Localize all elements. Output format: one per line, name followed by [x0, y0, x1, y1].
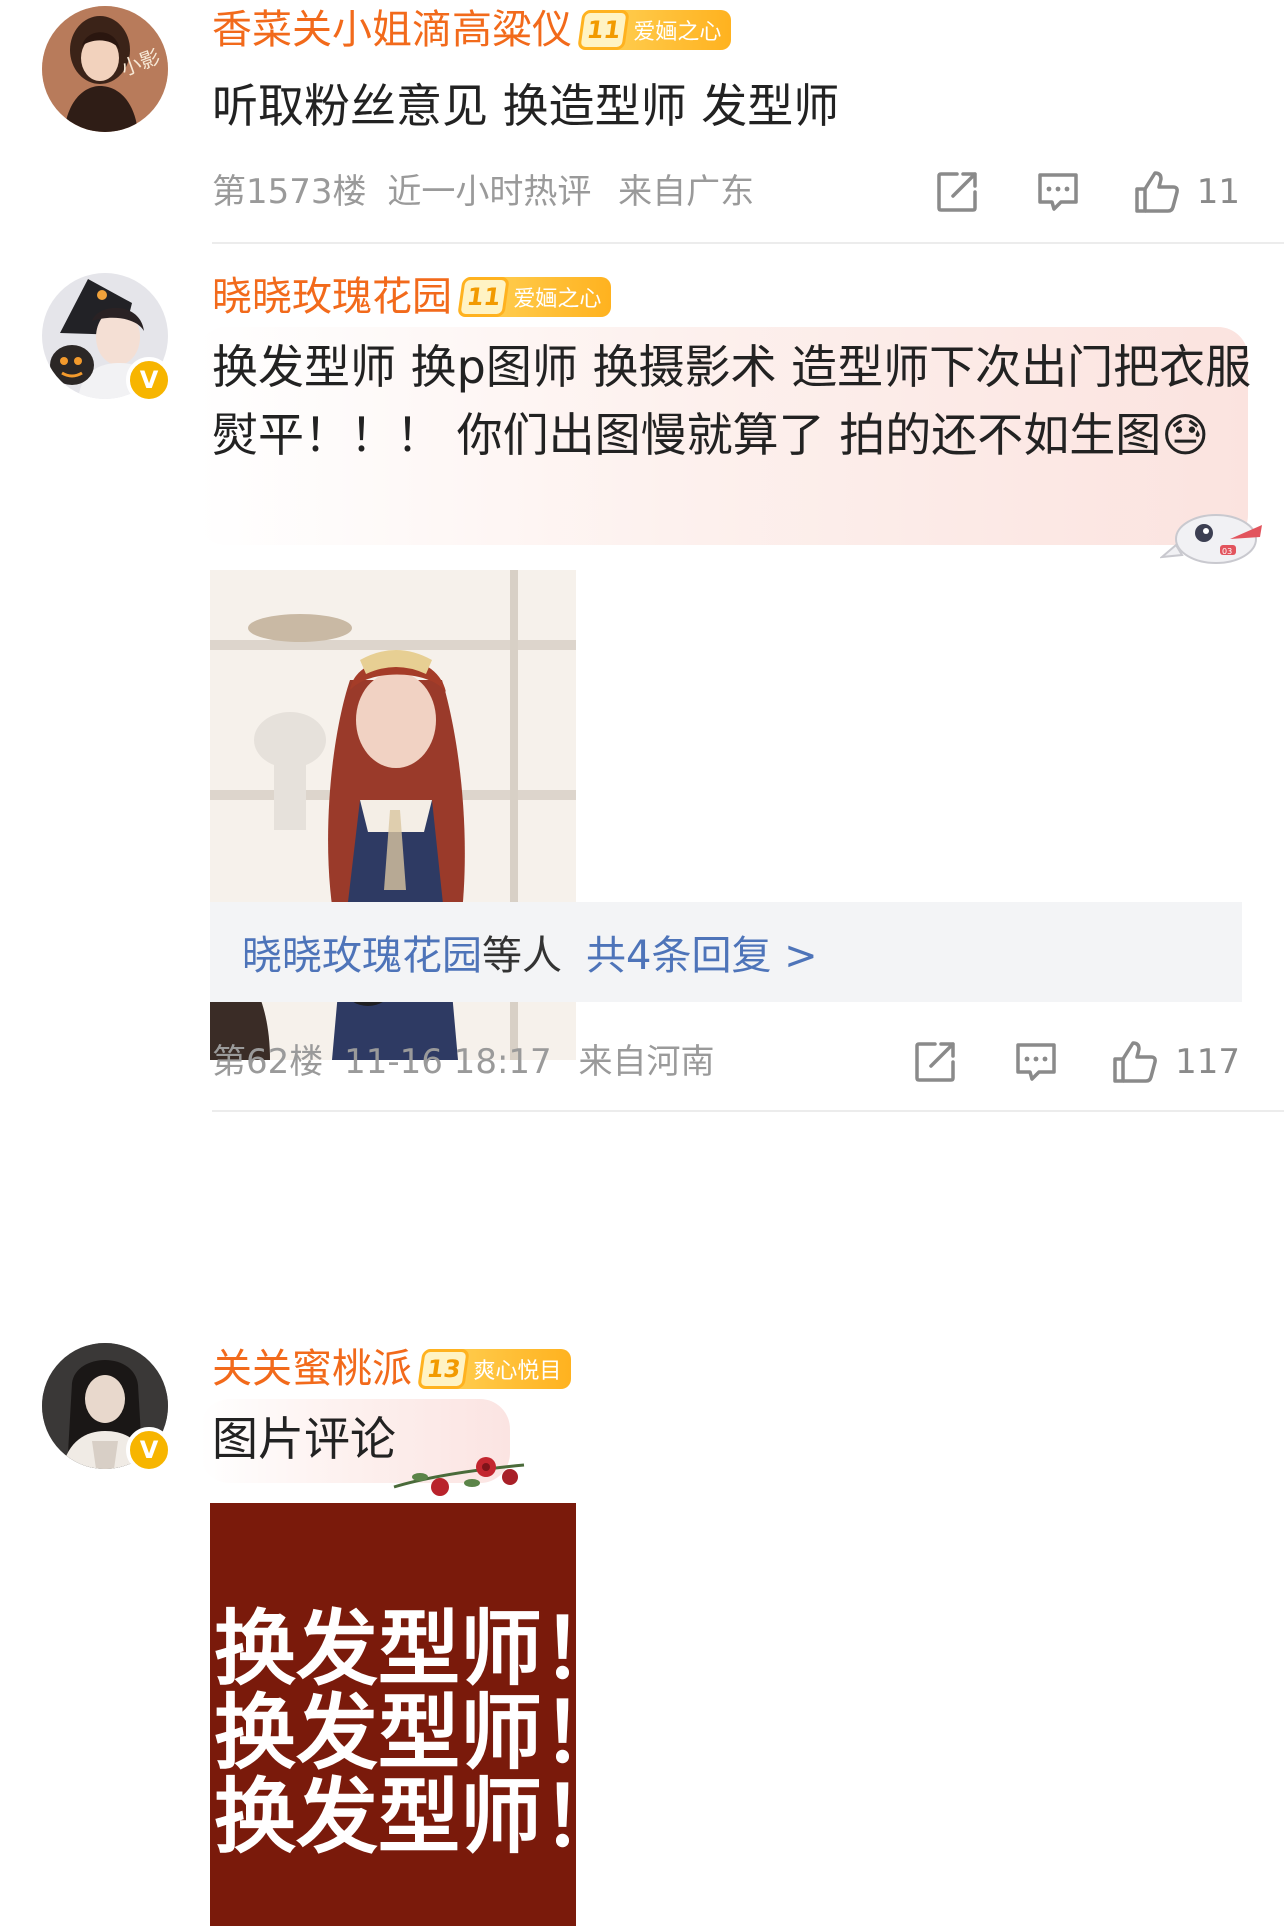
- fan-level-badge: 11: [577, 10, 631, 50]
- floor-number: 第62楼: [212, 1042, 324, 1082]
- divider: [212, 1110, 1284, 1112]
- fan-badge-label: 爱婳之心: [633, 20, 722, 45]
- username[interactable]: 晓晓玫瑰花园: [212, 269, 452, 325]
- like-count: 11: [1196, 172, 1240, 212]
- hot-tag: 近一小时热评: [387, 172, 592, 212]
- username[interactable]: 关关蜜桃派: [212, 1341, 412, 1397]
- fan-badge[interactable]: 11 爱婳之心: [577, 10, 732, 50]
- reply-etc-label: 等人: [482, 933, 562, 979]
- divider: [212, 242, 1284, 244]
- comment-icon[interactable]: [1013, 1040, 1059, 1084]
- poster-line: 换发型师！: [214, 1686, 576, 1781]
- comment-text: 换发型师 换p图师 换摄影术 造型师下次出门把衣服熨平！！！ 你们出图慢就算了 …: [212, 333, 1252, 469]
- comment-actions: 117: [913, 1037, 1240, 1087]
- name-row: 关关蜜桃派 13 爽心悦目: [212, 1341, 572, 1397]
- sweat-emoji-icon: 😓: [1161, 408, 1210, 462]
- comment-text-body: 换发型师 换p图师 换摄影术 造型师下次出门把衣服熨平！！！ 你们出图慢就算了 …: [212, 340, 1252, 462]
- verified-icon: V: [126, 357, 172, 403]
- like-icon[interactable]: [1133, 169, 1181, 215]
- location: 来自河南: [578, 1042, 715, 1082]
- fan-level-badge: 11: [457, 277, 511, 317]
- floor-number: 第1573楼: [212, 172, 367, 212]
- timestamp: 11-16 18:17: [344, 1042, 552, 1082]
- fan-badge-label: 爱婳之心: [513, 287, 602, 312]
- fan-level-badge: 13: [417, 1349, 471, 1389]
- comment-text: 图片评论: [212, 1412, 396, 1466]
- poster-line: 换发型师！: [214, 1602, 576, 1697]
- fan-badge-label: 爽心悦目: [473, 1359, 562, 1384]
- like-count: 117: [1175, 1042, 1240, 1082]
- comment-icon[interactable]: [1035, 170, 1081, 214]
- share-icon[interactable]: [913, 1040, 959, 1084]
- name-row: 香菜关小姐滴高粱仪 11 爱婳之心: [212, 2, 732, 58]
- comment-text: 听取粉丝意见 换造型师 发型师: [212, 79, 840, 133]
- comment-item: 小影 香菜关小姐滴高粱仪 11 爱婳之心 听取粉丝意见 换造型师 发型师 第15…: [0, 0, 1284, 244]
- comment-meta: 第62楼 11-16 18:17 来自河南: [212, 1037, 714, 1087]
- reply-username[interactable]: 晓晓玫瑰花园: [242, 923, 482, 981]
- comment-item: V 关关蜜桃派 13 爽心悦目 图片评论 换发型师！ 换发型师！ 换发型师！: [0, 1333, 1284, 1926]
- replies-summary[interactable]: 晓晓玫瑰花园 等人 共4条回复 >: [210, 902, 1242, 1002]
- like-icon[interactable]: [1111, 1039, 1159, 1085]
- comment-meta: 第1573楼 近一小时热评 来自广东: [212, 167, 754, 217]
- comment-actions: 11: [935, 167, 1240, 217]
- airplane-sticker-icon: 03: [1160, 514, 1262, 564]
- fan-badge[interactable]: 13 爽心悦目: [417, 1349, 572, 1389]
- user-avatar-portrait-icon: 小影: [42, 6, 168, 132]
- share-icon[interactable]: [935, 170, 981, 214]
- fan-badge[interactable]: 11 爱婳之心: [457, 277, 612, 317]
- view-replies-link[interactable]: 共4条回复 >: [586, 923, 818, 981]
- comment-photo[interactable]: 换发型师！ 换发型师！ 换发型师！: [210, 1503, 576, 1926]
- username[interactable]: 香菜关小姐滴高粱仪: [212, 2, 572, 58]
- svg-text:03: 03: [1222, 547, 1232, 556]
- comment-item: V 晓晓玫瑰花园 11 爱婳之心 03 换发型师 换p图师 换摄影术 造型师下次…: [0, 265, 1284, 1325]
- avatar[interactable]: 小影: [42, 6, 168, 132]
- verified-icon: V: [126, 1427, 172, 1473]
- location: 来自广东: [618, 172, 755, 212]
- name-row: 晓晓玫瑰花园 11 爱婳之心: [212, 269, 612, 325]
- poster-line: 换发型师！: [214, 1770, 576, 1865]
